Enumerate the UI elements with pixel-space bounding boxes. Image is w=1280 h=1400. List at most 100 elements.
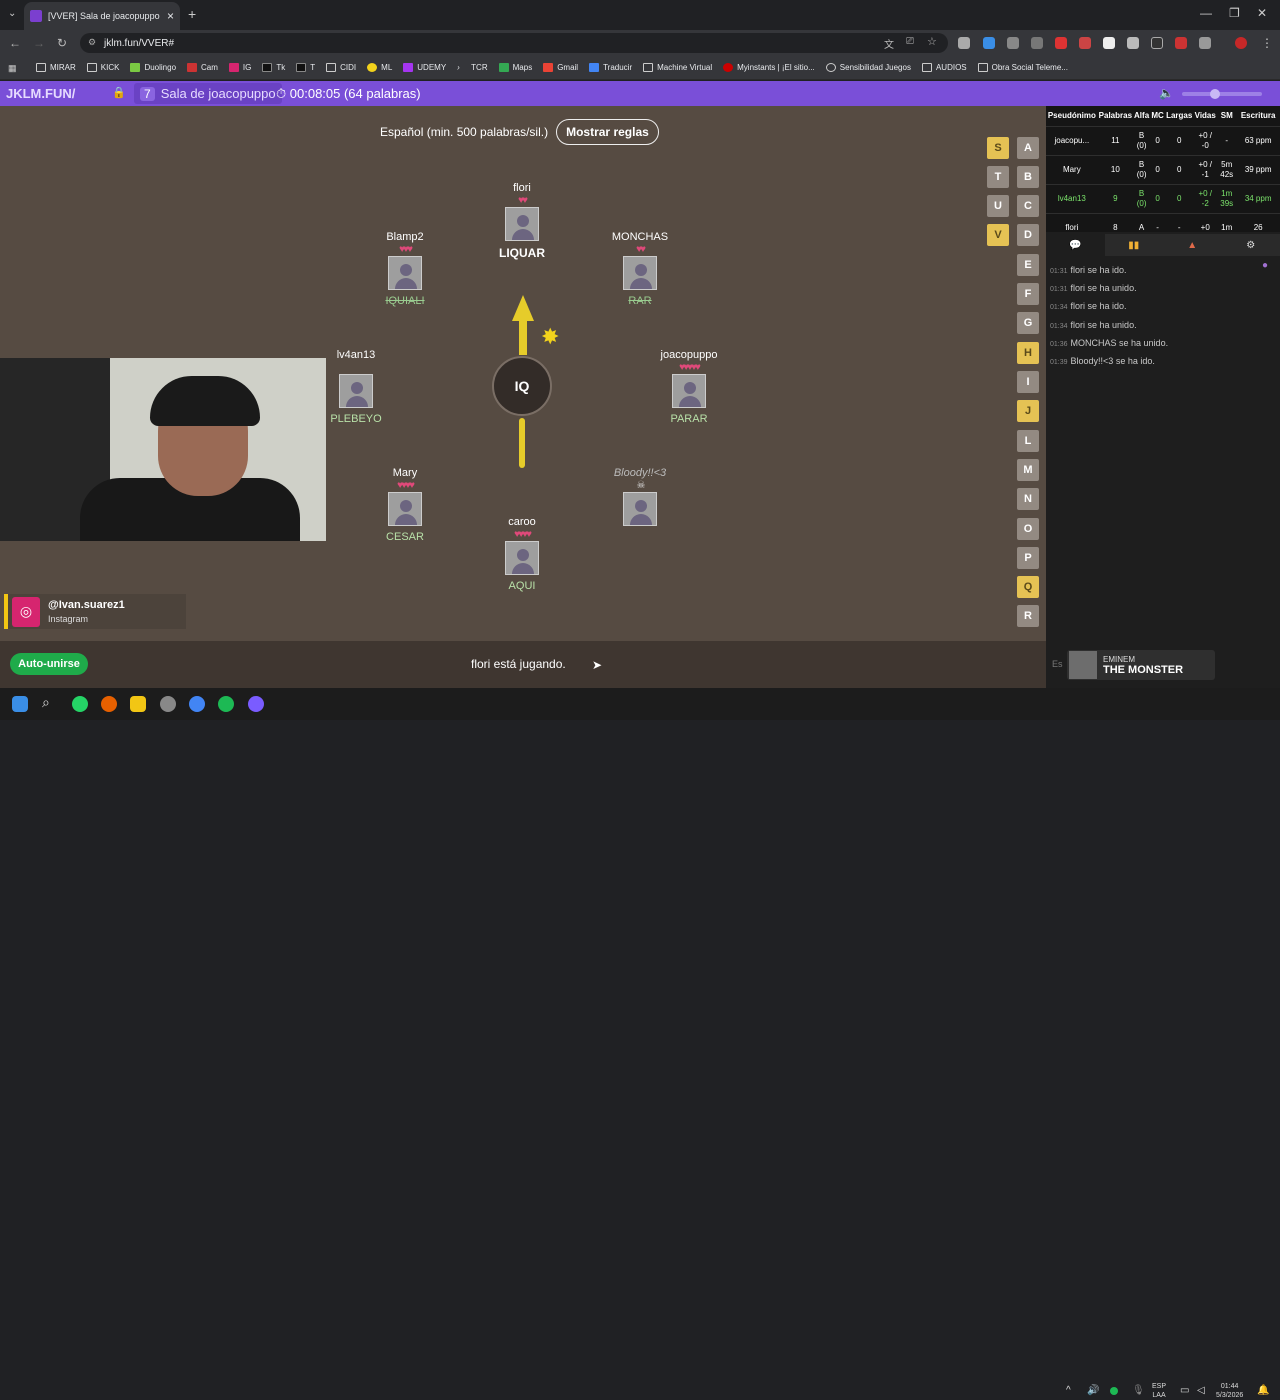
cell: Mary: [1046, 155, 1098, 184]
firefox-icon[interactable]: [101, 696, 117, 712]
bookmark-item[interactable]: ›TCR: [457, 63, 487, 72]
letter-tile: U: [987, 195, 1009, 217]
site-link[interactable]: JKLM.FUN/: [6, 86, 75, 101]
new-tab-icon[interactable]: +: [188, 6, 196, 22]
bookmark-item[interactable]: Duolingo: [130, 63, 176, 72]
browser-tab[interactable]: [VVER] Sala de joacopuppo ×: [24, 2, 180, 30]
site-info-icon[interactable]: ⚙: [88, 37, 96, 48]
back-icon[interactable]: ←: [9, 36, 21, 50]
letter-tile: V: [987, 224, 1009, 246]
extension-icon[interactable]: [1175, 37, 1187, 49]
bookmark-item[interactable]: Myinstants | ¡El sitio...: [723, 63, 815, 72]
letter-tile: T: [987, 166, 1009, 188]
extension-icon[interactable]: [1079, 37, 1091, 49]
instagram-handle: @Ivan.suarez1: [48, 598, 125, 612]
start-icon[interactable]: [12, 696, 28, 712]
extension-icon[interactable]: [1007, 37, 1019, 49]
extension-icon[interactable]: [1151, 37, 1163, 49]
bookmark-item[interactable]: KICK: [87, 63, 120, 72]
show-rules-button[interactable]: Mostrar reglas: [556, 119, 659, 145]
stats-table: Pseudónimo Palabras Alfa MC Largas Vidas…: [1046, 106, 1280, 232]
adblock-icon[interactable]: [1055, 37, 1067, 49]
chat-message: 01:31flori se ha unido.: [1050, 280, 1270, 298]
mercadolibre-icon: [367, 63, 377, 72]
translate-icon[interactable]: 文: [884, 36, 894, 51]
notification-icon[interactable]: 🔔: [1257, 1385, 1269, 1396]
bookmark-item[interactable]: Cam: [187, 63, 218, 72]
chat-text: flori se ha unido.: [1071, 283, 1137, 293]
restore-icon[interactable]: ❐: [1229, 6, 1240, 20]
bookmark-item[interactable]: Traducir: [589, 63, 632, 72]
volume-tray-icon[interactable]: ◁: [1197, 1385, 1205, 1396]
tray-app-icon[interactable]: [1110, 1387, 1118, 1395]
room-badge[interactable]: 7 Sala de joacopuppo: [134, 83, 282, 104]
bookmark-item[interactable]: CIDI: [326, 63, 356, 72]
extension-icon[interactable]: [958, 37, 970, 49]
apps-grid-icon[interactable]: ▦: [8, 63, 17, 74]
player-word: CESAR: [345, 531, 465, 543]
bookmark-star-icon[interactable]: ☆: [927, 35, 937, 48]
profile-avatar[interactable]: [1235, 37, 1247, 49]
bookmark-item[interactable]: AUDIOS: [922, 63, 967, 72]
clock[interactable]: 01:44 5/3/2026: [1216, 1382, 1243, 1400]
bookmark-item[interactable]: T: [296, 63, 315, 72]
extension-icon[interactable]: [1103, 37, 1115, 49]
language-indicator[interactable]: ESP LAA: [1152, 1382, 1166, 1400]
bookmark-item[interactable]: Gmail: [543, 63, 578, 72]
cast-icon[interactable]: ⎚: [906, 36, 914, 47]
forward-icon[interactable]: →: [33, 36, 45, 50]
extensions-puzzle-icon[interactable]: [1199, 37, 1211, 49]
volume-slider-knob[interactable]: [1210, 89, 1220, 99]
lock-icon[interactable]: 🔒: [112, 86, 126, 99]
player-word: AQUI: [462, 580, 582, 592]
bookmark-item[interactable]: Machine Virtual: [643, 63, 712, 72]
file-explorer-icon[interactable]: [130, 696, 146, 712]
bookmark-item[interactable]: MIRAR: [36, 63, 76, 72]
tab-chat[interactable]: 💬: [1046, 234, 1105, 256]
chrome-icon[interactable]: [189, 696, 205, 712]
bookmark-item[interactable]: Tk: [262, 63, 285, 72]
chat-input-placeholder: Es: [1052, 659, 1063, 669]
discord-icon[interactable]: [248, 696, 264, 712]
game-timer: ⏱ 00:08:05 (64 palabras): [276, 86, 421, 102]
tab-list-icon[interactable]: ⌄: [8, 8, 16, 19]
minimize-icon[interactable]: —: [1200, 6, 1212, 20]
volume-icon[interactable]: 🔈: [1159, 86, 1174, 100]
menu-dots-icon[interactable]: ⋮: [1261, 36, 1273, 50]
tray-chevron-icon[interactable]: ^: [1066, 1385, 1071, 1396]
letter-tile: G: [1017, 312, 1039, 334]
mic-icon[interactable]: 🎙: [1132, 1385, 1145, 1396]
cell: lv4an13: [1046, 184, 1098, 213]
tab-settings[interactable]: ⚙: [1222, 234, 1280, 256]
player-avatar: [672, 374, 706, 408]
auto-join-button[interactable]: Auto-unirse: [10, 653, 88, 675]
folder-icon: [87, 63, 97, 72]
search-icon[interactable]: ⌕: [42, 694, 50, 711]
rules-line: Español (min. 500 palabras/sil.) Mostrar…: [380, 119, 659, 145]
whatsapp-icon[interactable]: [72, 696, 88, 712]
bookmark-item[interactable]: Obra Social Teleme...: [978, 63, 1068, 72]
address-bar[interactable]: ⚙ jklm.fun/VVER# 文 ⎚ ☆: [80, 33, 948, 53]
bookmark-item[interactable]: UDEMY: [403, 63, 446, 72]
bookmark-item[interactable]: IG: [229, 63, 251, 72]
cell: -: [1150, 213, 1165, 232]
tab-close-icon[interactable]: ×: [167, 9, 174, 23]
extension-icon[interactable]: [983, 37, 995, 49]
tab-room[interactable]: ▲: [1163, 234, 1222, 256]
speaker-icon[interactable]: 🔊: [1087, 1385, 1099, 1396]
udemy-icon: [403, 63, 413, 72]
table-row: flori8A--+01m26: [1046, 213, 1280, 232]
bookmark-item[interactable]: Maps: [499, 63, 533, 72]
reload-icon[interactable]: ↻: [57, 36, 67, 50]
obs-icon[interactable]: [160, 696, 176, 712]
volume-slider[interactable]: [1182, 92, 1262, 96]
bookmark-item[interactable]: Sensibilidad Juegos: [826, 63, 911, 72]
extension-icon[interactable]: [1127, 37, 1139, 49]
tab-players[interactable]: ▮▮: [1105, 234, 1164, 256]
spotify-icon[interactable]: [218, 696, 234, 712]
window-close-icon[interactable]: ✕: [1257, 6, 1267, 20]
extension-icon[interactable]: [1031, 37, 1043, 49]
chat-options-icon[interactable]: ●: [1262, 260, 1268, 271]
bookmark-item[interactable]: ML: [367, 63, 392, 72]
network-icon[interactable]: ▭: [1180, 1385, 1189, 1396]
